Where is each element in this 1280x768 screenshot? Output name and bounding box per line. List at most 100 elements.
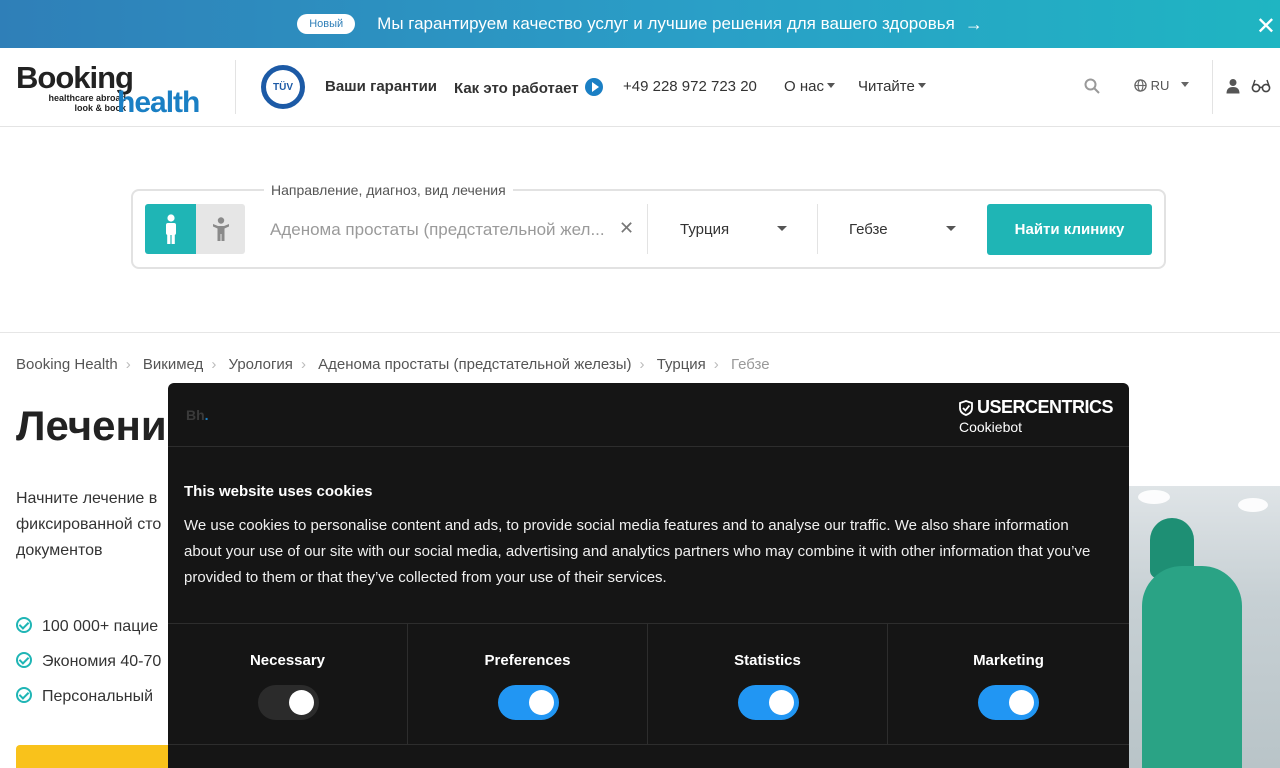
doctor-photo	[1128, 486, 1280, 768]
page-title: Лечени	[16, 402, 167, 449]
lead-line: фиксированной сто	[16, 516, 162, 533]
chevron-down-icon	[1181, 82, 1190, 87]
breadcrumb: Booking Health › Викимед › Урология › Адено…	[16, 356, 770, 373]
city-select[interactable]: Гебзе	[849, 221, 888, 238]
country-select[interactable]: Турция	[680, 221, 729, 238]
category-label: Necessary	[249, 652, 326, 669]
language-selector[interactable]: RU	[1134, 78, 1190, 93]
banner-message[interactable]: Мы гарантируем качество услуг и лучшие р…	[377, 14, 955, 34]
nav-about[interactable]: О нас	[784, 78, 835, 95]
site-logo-mark: Bh	[186, 407, 205, 423]
ceiling-light	[1238, 498, 1268, 512]
cookie-description: We use cookies to personalise content an…	[184, 517, 1091, 586]
field-divider	[817, 204, 818, 254]
patient-type-toggle[interactable]	[145, 204, 245, 254]
necessary-toggle[interactable]	[258, 685, 319, 720]
preferences-toggle[interactable]	[498, 685, 559, 720]
search-icon[interactable]	[1084, 78, 1100, 94]
lead-text: Начните лечение в фиксированной сто доку…	[16, 486, 176, 564]
find-clinic-button[interactable]: Найти клинику	[987, 204, 1152, 255]
benefit-text: Персональный	[42, 688, 154, 705]
clear-icon[interactable]: ✕	[619, 218, 634, 239]
check-circle-icon	[16, 617, 32, 633]
tuv-label: TÜV	[266, 70, 300, 104]
logo-word-booking: Booking	[16, 60, 134, 95]
booking-health-logo[interactable]: Booking healthcare abroad look & book he…	[16, 60, 216, 119]
nav-how-it-works-label: Как это работает	[454, 80, 579, 97]
nav-guarantees[interactable]: Ваши гарантии	[325, 78, 437, 95]
breadcrumb-item[interactable]: Викимед	[143, 356, 203, 373]
close-icon[interactable]: ✕	[1256, 12, 1276, 41]
category-necessary: Necessary	[168, 624, 408, 744]
logo-tagline: healthcare abroad look & book	[30, 93, 126, 113]
user-icon[interactable]	[1225, 78, 1241, 94]
breadcrumb-item[interactable]: Booking Health	[16, 356, 118, 373]
category-label: Marketing	[973, 652, 1044, 669]
category-label: Preferences	[484, 652, 571, 669]
search-legend: Направление, диагноз, вид лечения	[264, 182, 513, 198]
brand-name: USERCENTRICS	[976, 397, 1114, 417]
benefit-text: 100 000+ пацие	[42, 618, 159, 635]
benefit-text: Экономия 40-70	[42, 653, 162, 670]
adult-button[interactable]	[145, 204, 196, 254]
field-divider	[647, 204, 648, 254]
breadcrumb-item[interactable]: Турция	[657, 356, 706, 373]
usercentrics-cookiebot-logo[interactable]: USERCENTRICS Cookiebot	[959, 397, 1114, 435]
nav-read-label: Читайте	[858, 78, 915, 95]
marketing-toggle[interactable]	[978, 685, 1039, 720]
play-icon	[584, 78, 603, 96]
benefit-item: Экономия 40-70	[16, 652, 161, 671]
shield-icon	[959, 399, 973, 416]
check-circle-icon	[16, 687, 32, 703]
nav-read[interactable]: Читайте	[858, 78, 926, 95]
site-logo-dot: .	[204, 407, 209, 423]
breadcrumb-item[interactable]: Аденома простаты (предстательной железы)	[318, 356, 631, 373]
globe-icon	[1134, 79, 1147, 92]
chevron-down-icon	[777, 226, 787, 231]
surgeon-figure	[1142, 566, 1242, 768]
lead-line: Начните лечение в	[16, 490, 158, 507]
statistics-toggle[interactable]	[738, 685, 799, 720]
toggle-knob	[1009, 690, 1034, 715]
nav-how-it-works[interactable]: Как это работает	[454, 78, 603, 97]
top-banner[interactable]: Новый Мы гарантируем качество услуг и лу…	[0, 0, 1280, 48]
glasses-icon[interactable]	[1251, 78, 1271, 94]
logo-word-health: health	[117, 86, 200, 119]
benefit-item: 100 000+ пацие	[16, 617, 158, 636]
nav-about-label: О нас	[784, 78, 824, 95]
cookie-dialog-header: Bh. USERCENTRICS Cookiebot	[168, 383, 1129, 447]
header-divider	[235, 60, 236, 114]
cta-button[interactable]	[16, 745, 176, 768]
chevron-right-icon: ›	[639, 356, 645, 373]
chevron-right-icon: ›	[713, 356, 719, 373]
child-icon	[212, 217, 229, 241]
arrow-right-icon: →	[964, 13, 983, 34]
cookie-categories: Necessary Preferences Statistics Marketi…	[168, 623, 1129, 745]
usercentrics-wordmark: USERCENTRICS	[959, 397, 1114, 418]
logo-tagline-line1: healthcare abroad	[48, 93, 126, 103]
check-circle-icon	[16, 652, 32, 668]
child-button[interactable]	[196, 204, 245, 254]
ceiling-light	[1138, 490, 1170, 504]
category-marketing: Marketing	[888, 624, 1129, 744]
category-statistics: Statistics	[648, 624, 888, 744]
site-header: Booking healthcare abroad look & book he…	[0, 48, 1280, 127]
lead-line: документов	[16, 542, 103, 559]
chevron-down-icon	[917, 83, 926, 88]
toggle-knob	[529, 690, 554, 715]
chevron-right-icon: ›	[300, 356, 306, 373]
site-logo-small: Bh.	[186, 407, 209, 423]
language-label: RU	[1150, 78, 1170, 93]
header-divider	[1212, 60, 1213, 114]
tuv-certificate-icon[interactable]: TÜV	[261, 65, 305, 109]
breadcrumb-item[interactable]: Урология	[228, 356, 292, 373]
cookie-consent-dialog: Bh. USERCENTRICS Cookiebot This website …	[168, 383, 1129, 768]
cookie-title: This website uses cookies	[184, 483, 373, 500]
new-badge: Новый	[297, 14, 356, 34]
nav-phone[interactable]: +49 228 972 723 20	[623, 78, 757, 95]
diagnosis-input[interactable]: Аденома простаты (предстательной жел...	[270, 220, 605, 240]
section-divider	[0, 332, 1280, 333]
category-label: Statistics	[734, 652, 801, 669]
chevron-right-icon: ›	[211, 356, 217, 373]
chevron-right-icon: ›	[125, 356, 131, 373]
